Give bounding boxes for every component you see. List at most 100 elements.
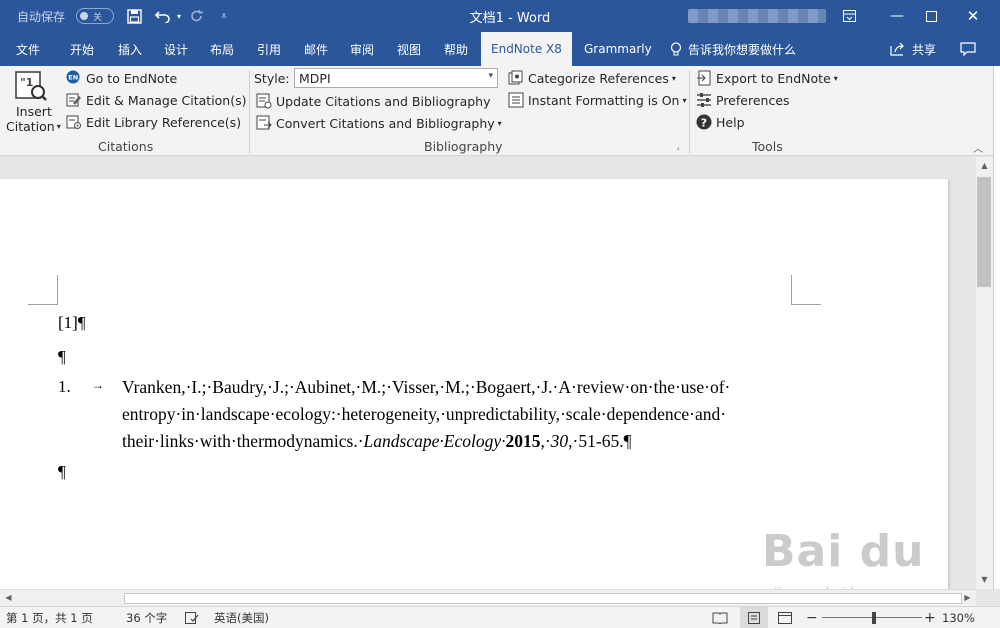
- empty-paragraph[interactable]: ¶: [58, 347, 66, 367]
- categorize-references-button[interactable]: Categorize References ▾: [508, 69, 676, 87]
- background-window-edge: [993, 66, 1000, 589]
- web-layout-icon[interactable]: [778, 607, 792, 628]
- vertical-scroll-thumb[interactable]: [977, 177, 991, 287]
- vertical-scrollbar[interactable]: ▲ ▼: [976, 157, 993, 589]
- tab-references[interactable]: 引用: [257, 32, 281, 66]
- status-bar: 第 1 页，共 1 页 36 个字 英语(美国) − + 130%: [0, 606, 1000, 628]
- tab-help[interactable]: 帮助: [444, 32, 468, 66]
- autosave-state: 关: [93, 12, 103, 23]
- word-count[interactable]: 36 个字: [126, 607, 167, 628]
- tab-grammarly[interactable]: Grammarly: [584, 32, 652, 66]
- proofing-icon[interactable]: [185, 607, 199, 628]
- tools-group-label: Tools: [752, 139, 783, 154]
- help-button[interactable]: ? Help: [696, 113, 745, 131]
- reference-journal: Landscape·Ecology·: [363, 431, 506, 451]
- categorize-icon: [508, 70, 524, 86]
- print-layout-icon[interactable]: [740, 607, 768, 628]
- horizontal-scrollbar[interactable]: ◀ ▶: [0, 589, 976, 606]
- tell-me-search[interactable]: 告诉我你想要做什么: [688, 32, 796, 66]
- tab-file[interactable]: 文件: [16, 32, 40, 66]
- citation-marker[interactable]: [1]¶: [58, 313, 86, 333]
- svg-text:EN: EN: [68, 74, 78, 82]
- horizontal-scroll-thumb[interactable]: [124, 593, 962, 604]
- ribbon-display-options-icon[interactable]: [836, 0, 862, 32]
- edit-citation-icon: [66, 92, 82, 108]
- update-citations-icon: [256, 93, 272, 109]
- margin-corner-mark: [791, 275, 821, 305]
- tab-view[interactable]: 视图: [397, 32, 421, 66]
- margin-corner-mark: [28, 275, 58, 305]
- instant-formatting-button[interactable]: Instant Formatting is On ▾: [508, 91, 686, 109]
- zoom-level[interactable]: 130%: [942, 607, 975, 628]
- save-icon[interactable]: [122, 0, 146, 32]
- autosave-toggle[interactable]: 关: [76, 8, 114, 24]
- endnote-ribbon: "1 Insert Citation ▾ EN Go to EndNote Edi…: [0, 66, 993, 156]
- group-separator: [249, 70, 250, 154]
- update-citations-button[interactable]: Update Citations and Bibliography: [256, 92, 491, 110]
- maximize-icon[interactable]: [916, 0, 946, 32]
- read-mode-icon[interactable]: [712, 607, 728, 628]
- group-separator: [689, 70, 690, 154]
- empty-paragraph[interactable]: ¶: [58, 462, 66, 482]
- insert-citation-label-2[interactable]: Citation ▾: [6, 119, 61, 134]
- undo-dropdown-icon[interactable]: ▾: [174, 0, 184, 32]
- reference-text-line[interactable]: their·links·with·thermodynamics.·Landsca…: [122, 431, 632, 452]
- tab-mailings[interactable]: 邮件: [304, 32, 328, 66]
- document-title: 文档1 - Word: [469, 10, 551, 26]
- customize-quick-access-icon[interactable]: ⩡: [216, 0, 232, 32]
- tab-design[interactable]: 设计: [164, 32, 188, 66]
- scroll-down-icon[interactable]: ▼: [976, 575, 993, 584]
- reference-text-line[interactable]: entropy·in·landscape·ecology:·heterogene…: [122, 404, 726, 425]
- go-to-endnote-label: Go to EndNote: [86, 70, 178, 86]
- account-name-blurred[interactable]: [688, 9, 826, 23]
- style-select[interactable]: MDPI ▾: [294, 68, 498, 88]
- redo-icon[interactable]: [186, 0, 208, 32]
- svg-text:?: ?: [701, 116, 707, 129]
- share-button[interactable]: 共享: [912, 32, 936, 66]
- insert-citation-icon[interactable]: "1: [14, 70, 50, 102]
- tab-layout[interactable]: 布局: [210, 32, 234, 66]
- instant-formatting-label: Instant Formatting is On: [528, 92, 680, 108]
- edit-manage-citations-label: Edit & Manage Citation(s): [86, 92, 247, 108]
- collapse-ribbon-icon[interactable]: ︿: [973, 140, 983, 155]
- style-value: MDPI: [299, 70, 331, 86]
- bibliography-dialog-launcher-icon[interactable]: ⌟: [676, 142, 680, 151]
- page-info[interactable]: 第 1 页，共 1 页: [6, 607, 93, 628]
- language-indicator[interactable]: 英语(美国): [214, 607, 269, 628]
- tab-insert[interactable]: 插入: [118, 32, 142, 66]
- tab-review[interactable]: 审阅: [350, 32, 374, 66]
- reference-volume: 30: [550, 431, 569, 451]
- tab-arrow-mark: →: [92, 378, 104, 392]
- preferences-button[interactable]: Preferences: [696, 91, 790, 109]
- chevron-down-icon: ▾: [56, 122, 61, 131]
- share-icon[interactable]: [890, 32, 906, 66]
- reference-text-line[interactable]: Vranken,·I.;·Baudry,·J.;·Aubinet,·M.;·Vi…: [122, 377, 730, 398]
- reference-number[interactable]: 1.: [58, 377, 71, 397]
- undo-icon[interactable]: [152, 0, 174, 32]
- zoom-slider-thumb[interactable]: [872, 612, 876, 624]
- chevron-down-icon: ▾: [682, 95, 687, 105]
- style-label: Style:: [254, 70, 290, 86]
- convert-citations-icon: [256, 115, 272, 131]
- insert-citation-label-1[interactable]: Insert: [16, 104, 52, 119]
- edit-library-references-button[interactable]: Edit Library Reference(s): [66, 113, 241, 131]
- convert-citations-button[interactable]: Convert Citations and Bibliography ▾: [256, 114, 502, 132]
- scroll-left-icon[interactable]: ◀: [0, 593, 17, 602]
- document-area: [1]¶ ¶ 1. → Vranken,·I.;·Baudry,·J.;·Aub…: [0, 157, 976, 589]
- export-to-endnote-button[interactable]: Export to EndNote ▾: [696, 69, 838, 87]
- go-to-endnote-button[interactable]: EN Go to EndNote: [66, 69, 177, 87]
- document-page[interactable]: [1]¶ ¶ 1. → Vranken,·I.;·Baudry,·J.;·Aub…: [0, 179, 948, 589]
- export-to-endnote-label: Export to EndNote: [716, 70, 831, 86]
- scroll-up-icon[interactable]: ▲: [976, 161, 993, 170]
- edit-manage-citations-button[interactable]: Edit & Manage Citation(s): [66, 91, 247, 109]
- tab-home[interactable]: 开始: [70, 32, 94, 66]
- scroll-right-icon[interactable]: ▶: [959, 593, 976, 602]
- zoom-out-button[interactable]: −: [806, 607, 818, 628]
- word-window: 自动保存 关 ▾ ⩡ 文档1 - Word — ✕ 文件 开始 插入 设计 布局…: [0, 0, 1000, 628]
- minimize-icon[interactable]: —: [882, 0, 912, 32]
- close-icon[interactable]: ✕: [958, 0, 988, 32]
- sliders-icon: [696, 92, 712, 108]
- zoom-in-button[interactable]: +: [924, 607, 936, 628]
- comments-icon[interactable]: [960, 32, 976, 66]
- tab-endnote[interactable]: EndNote X8: [481, 32, 572, 66]
